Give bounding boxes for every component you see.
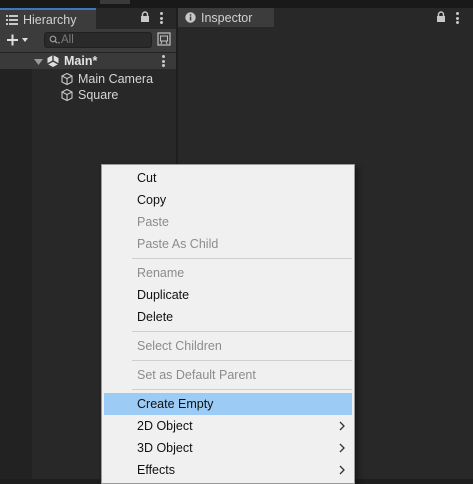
- inspector-header-strip: [274, 8, 473, 27]
- menu-item-cut[interactable]: Cut: [104, 167, 352, 189]
- hierarchy-item-square[interactable]: Square: [60, 87, 176, 103]
- search-icon: [49, 35, 61, 49]
- menu-item-label: Duplicate: [137, 288, 190, 302]
- menu-item-label: Effects: [137, 463, 175, 477]
- hierarchy-header-strip: [96, 8, 176, 29]
- menu-item-rename[interactable]: Rename: [104, 262, 352, 284]
- hierarchy-toolbar: [0, 29, 176, 53]
- unity-scene-icon: [46, 54, 60, 68]
- menu-item-delete[interactable]: Delete: [104, 306, 352, 328]
- inspector-tab-label: Inspector: [201, 10, 253, 25]
- top-tab-stub: [100, 0, 130, 4]
- window-top-strip: [0, 0, 473, 8]
- tab-inspector[interactable]: Inspector: [178, 8, 274, 27]
- lock-icon[interactable]: [140, 11, 152, 23]
- menu-item-label: Cut: [137, 171, 157, 185]
- menu-item-label: 2D Object: [137, 419, 193, 433]
- menu-item-2d-object[interactable]: 2D Object: [104, 415, 352, 437]
- menu-item-label: Delete: [137, 310, 174, 324]
- chevron-right-icon: [338, 420, 346, 432]
- menu-item-label: Copy: [137, 193, 167, 207]
- scene-visibility-icon[interactable]: [157, 32, 171, 46]
- context-menu: Cut Copy Paste Paste As Child Rename Dup…: [101, 164, 355, 484]
- panel-menu-icon[interactable]: [160, 12, 164, 24]
- object-name: Main Camera: [78, 72, 154, 86]
- search-input[interactable]: [61, 33, 149, 47]
- expand-arrow-icon[interactable]: [34, 57, 43, 66]
- menu-separator: [132, 360, 352, 361]
- tab-hierarchy[interactable]: Hierarchy: [0, 8, 96, 29]
- menu-item-label: Rename: [137, 266, 185, 280]
- chevron-right-icon: [338, 464, 346, 476]
- menu-item-create-empty[interactable]: Create Empty: [104, 393, 352, 415]
- menu-separator: [132, 389, 352, 390]
- menu-item-label: 3D Object: [137, 441, 193, 455]
- menu-item-paste[interactable]: Paste: [104, 211, 352, 233]
- menu-item-effects[interactable]: Effects: [104, 459, 352, 481]
- chevron-right-icon: [338, 442, 346, 454]
- info-icon: [183, 12, 197, 24]
- hierarchy-item-main-camera[interactable]: Main Camera: [60, 71, 176, 87]
- menu-item-label: Select Children: [137, 339, 222, 353]
- menu-item-label: Create Empty: [137, 397, 214, 411]
- hierarchy-tab-label: Hierarchy: [23, 12, 77, 27]
- menu-item-select-children[interactable]: Select Children: [104, 335, 352, 357]
- hierarchy-search[interactable]: [44, 32, 152, 48]
- gameobject-icon: [60, 88, 74, 102]
- lock-icon[interactable]: [436, 11, 448, 23]
- scene-menu-icon[interactable]: [162, 55, 166, 67]
- panel-menu-icon[interactable]: [456, 12, 460, 24]
- scene-name: Main*: [64, 54, 98, 68]
- menu-separator: [132, 258, 352, 259]
- hierarchy-gutter: [0, 53, 32, 479]
- list-icon: [5, 14, 19, 26]
- scene-row[interactable]: Main*: [0, 53, 176, 69]
- menu-item-label: Set as Default Parent: [137, 368, 256, 382]
- menu-item-3d-object[interactable]: 3D Object: [104, 437, 352, 459]
- menu-separator: [132, 331, 352, 332]
- menu-item-duplicate[interactable]: Duplicate: [104, 284, 352, 306]
- menu-item-label: Paste As Child: [137, 237, 219, 251]
- gameobject-icon: [60, 72, 74, 86]
- menu-item-set-default-parent[interactable]: Set as Default Parent: [104, 364, 352, 386]
- menu-item-label: Paste: [137, 215, 169, 229]
- menu-item-paste-as-child[interactable]: Paste As Child: [104, 233, 352, 255]
- menu-item-copy[interactable]: Copy: [104, 189, 352, 211]
- create-dropdown-button[interactable]: [5, 32, 31, 48]
- object-name: Square: [78, 88, 119, 102]
